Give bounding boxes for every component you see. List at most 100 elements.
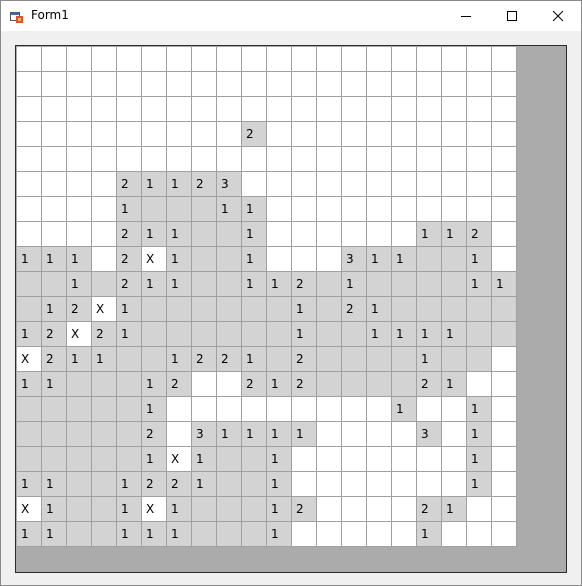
hidden-cell[interactable] bbox=[417, 172, 442, 197]
hidden-cell[interactable] bbox=[442, 97, 467, 122]
hidden-cell[interactable] bbox=[167, 422, 192, 447]
hidden-cell[interactable] bbox=[192, 72, 217, 97]
revealed-empty-cell[interactable] bbox=[167, 197, 192, 222]
revealed-empty-cell[interactable] bbox=[17, 397, 42, 422]
number-cell[interactable]: 1 bbox=[267, 372, 292, 397]
hidden-cell[interactable] bbox=[92, 222, 117, 247]
revealed-empty-cell[interactable] bbox=[392, 372, 417, 397]
number-cell[interactable]: 1 bbox=[142, 522, 167, 547]
revealed-empty-cell[interactable] bbox=[392, 347, 417, 372]
number-cell[interactable]: 1 bbox=[117, 322, 142, 347]
number-cell[interactable]: 1 bbox=[492, 272, 517, 297]
number-cell[interactable]: 2 bbox=[417, 497, 442, 522]
hidden-cell[interactable] bbox=[317, 397, 342, 422]
hidden-cell[interactable] bbox=[417, 97, 442, 122]
hidden-cell[interactable] bbox=[292, 397, 317, 422]
hidden-cell[interactable] bbox=[17, 47, 42, 72]
hidden-cell[interactable] bbox=[392, 47, 417, 72]
hidden-cell[interactable] bbox=[192, 122, 217, 147]
revealed-empty-cell[interactable] bbox=[217, 472, 242, 497]
hidden-cell[interactable] bbox=[442, 397, 467, 422]
hidden-cell[interactable] bbox=[492, 497, 517, 522]
hidden-cell[interactable] bbox=[492, 47, 517, 72]
hidden-cell[interactable] bbox=[317, 197, 342, 222]
hidden-cell[interactable] bbox=[192, 97, 217, 122]
number-cell[interactable]: 1 bbox=[392, 397, 417, 422]
hidden-cell[interactable] bbox=[142, 122, 167, 147]
hidden-cell[interactable] bbox=[142, 147, 167, 172]
hidden-cell[interactable] bbox=[217, 147, 242, 172]
hidden-cell[interactable] bbox=[467, 147, 492, 172]
hidden-cell[interactable] bbox=[392, 447, 417, 472]
hidden-cell[interactable] bbox=[392, 197, 417, 222]
revealed-empty-cell[interactable] bbox=[67, 497, 92, 522]
hidden-cell[interactable] bbox=[417, 72, 442, 97]
revealed-empty-cell[interactable] bbox=[92, 472, 117, 497]
revealed-empty-cell[interactable] bbox=[492, 297, 517, 322]
hidden-cell[interactable] bbox=[492, 422, 517, 447]
hidden-cell[interactable] bbox=[492, 147, 517, 172]
hidden-cell[interactable] bbox=[67, 222, 92, 247]
revealed-empty-cell[interactable] bbox=[117, 447, 142, 472]
number-cell[interactable]: 2 bbox=[142, 472, 167, 497]
number-cell[interactable]: 1 bbox=[167, 172, 192, 197]
revealed-empty-cell[interactable] bbox=[317, 347, 342, 372]
revealed-empty-cell[interactable] bbox=[92, 497, 117, 522]
number-cell[interactable]: 1 bbox=[17, 322, 42, 347]
hidden-cell[interactable] bbox=[17, 222, 42, 247]
number-cell[interactable]: 2 bbox=[42, 322, 67, 347]
number-cell[interactable]: 1 bbox=[292, 422, 317, 447]
number-cell[interactable]: 1 bbox=[292, 322, 317, 347]
hidden-cell[interactable] bbox=[417, 472, 442, 497]
hidden-cell[interactable] bbox=[342, 447, 367, 472]
revealed-empty-cell[interactable] bbox=[192, 297, 217, 322]
flagged-cell[interactable]: X bbox=[67, 322, 92, 347]
revealed-empty-cell[interactable] bbox=[42, 397, 67, 422]
hidden-cell[interactable] bbox=[317, 472, 342, 497]
revealed-empty-cell[interactable] bbox=[267, 297, 292, 322]
hidden-cell[interactable] bbox=[292, 97, 317, 122]
hidden-cell[interactable] bbox=[67, 197, 92, 222]
number-cell[interactable]: 1 bbox=[17, 522, 42, 547]
hidden-cell[interactable] bbox=[17, 172, 42, 197]
number-cell[interactable]: 1 bbox=[242, 247, 267, 272]
hidden-cell[interactable] bbox=[167, 122, 192, 147]
hidden-cell[interactable] bbox=[117, 97, 142, 122]
number-cell[interactable]: 2 bbox=[117, 272, 142, 297]
hidden-cell[interactable] bbox=[167, 97, 192, 122]
hidden-cell[interactable] bbox=[367, 522, 392, 547]
hidden-cell[interactable] bbox=[467, 497, 492, 522]
flagged-cell[interactable]: X bbox=[17, 347, 42, 372]
number-cell[interactable]: 1 bbox=[292, 297, 317, 322]
number-cell[interactable]: 2 bbox=[192, 172, 217, 197]
hidden-cell[interactable] bbox=[317, 122, 342, 147]
hidden-cell[interactable] bbox=[367, 422, 392, 447]
hidden-cell[interactable] bbox=[192, 372, 217, 397]
hidden-cell[interactable] bbox=[292, 447, 317, 472]
revealed-empty-cell[interactable] bbox=[117, 422, 142, 447]
revealed-empty-cell[interactable] bbox=[217, 522, 242, 547]
number-cell[interactable]: 1 bbox=[117, 522, 142, 547]
revealed-empty-cell[interactable] bbox=[392, 272, 417, 297]
hidden-cell[interactable] bbox=[492, 97, 517, 122]
hidden-cell[interactable] bbox=[492, 522, 517, 547]
number-cell[interactable]: 1 bbox=[17, 247, 42, 272]
number-cell[interactable]: 1 bbox=[267, 272, 292, 297]
hidden-cell[interactable] bbox=[367, 147, 392, 172]
hidden-cell[interactable] bbox=[342, 472, 367, 497]
hidden-cell[interactable] bbox=[467, 522, 492, 547]
hidden-cell[interactable] bbox=[442, 147, 467, 172]
hidden-cell[interactable] bbox=[367, 172, 392, 197]
number-cell[interactable]: 1 bbox=[417, 322, 442, 347]
number-cell[interactable]: 2 bbox=[42, 347, 67, 372]
hidden-cell[interactable] bbox=[67, 172, 92, 197]
hidden-cell[interactable] bbox=[267, 97, 292, 122]
hidden-cell[interactable] bbox=[492, 347, 517, 372]
number-cell[interactable]: 2 bbox=[117, 172, 142, 197]
minimize-button[interactable] bbox=[443, 1, 489, 31]
revealed-empty-cell[interactable] bbox=[92, 272, 117, 297]
revealed-empty-cell[interactable] bbox=[442, 247, 467, 272]
revealed-empty-cell[interactable] bbox=[367, 372, 392, 397]
hidden-cell[interactable] bbox=[392, 147, 417, 172]
number-cell[interactable]: 1 bbox=[117, 197, 142, 222]
